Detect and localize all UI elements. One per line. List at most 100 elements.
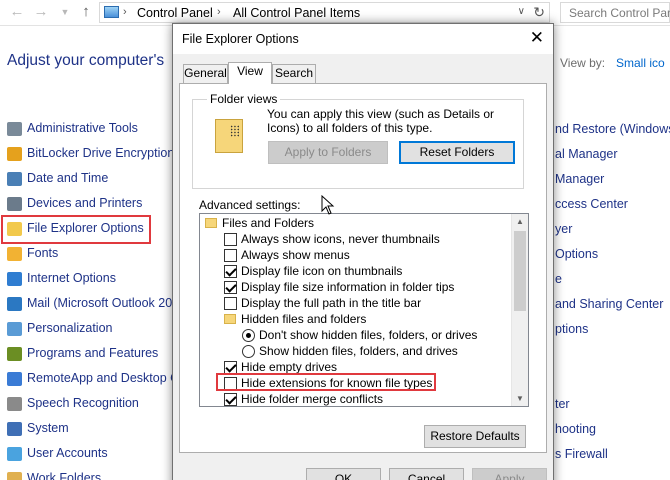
cp-item-label[interactable]: nd Restore (Windows: [555, 122, 670, 136]
control-panel-icon: [104, 6, 119, 18]
setting-checkbox[interactable]: [224, 233, 237, 246]
tree-row[interactable]: Always show menus: [200, 247, 510, 263]
apply-to-folders-button[interactable]: Apply to Folders: [268, 141, 388, 164]
cp-item[interactable]: Speech Recognition: [0, 393, 175, 415]
printer-icon: [7, 197, 22, 211]
cp-item[interactable]: Date and Time: [0, 168, 175, 190]
cp-item-label[interactable]: ter: [555, 397, 570, 411]
cp-item-label: User Accounts: [27, 446, 108, 460]
work-folders-icon: [7, 472, 22, 480]
ok-button[interactable]: OK: [306, 468, 381, 480]
tree-row[interactable]: Don't show hidden files, folders, or dri…: [200, 327, 510, 343]
setting-checkbox[interactable]: [224, 265, 237, 278]
tab-general[interactable]: General: [183, 64, 228, 83]
refresh-icon[interactable]: ↻: [533, 4, 545, 21]
cancel-button[interactable]: Cancel: [389, 468, 464, 480]
dialog-title-bar[interactable]: File Explorer Options ✕: [173, 24, 553, 54]
breadcrumb-control-panel[interactable]: Control Panel: [137, 6, 213, 20]
cp-item[interactable]: Personalization: [0, 318, 175, 340]
tree-row[interactable]: Always show icons, never thumbnails: [200, 231, 510, 247]
cp-item-label[interactable]: hooting: [555, 422, 596, 436]
admin-tools-icon: [7, 122, 22, 136]
address-field[interactable]: › Control Panel › All Control Panel Item…: [99, 2, 550, 23]
tree-scrollbar[interactable]: ▲ ▼: [511, 214, 528, 406]
address-dropdown-icon[interactable]: ∨: [518, 6, 525, 17]
tree-row[interactable]: Hide folder merge conflicts: [200, 391, 510, 406]
forward-arrow-icon[interactable]: →: [32, 3, 50, 21]
reset-folders-button[interactable]: Reset Folders: [399, 141, 515, 164]
setting-checkbox[interactable]: [224, 249, 237, 262]
cp-item-label[interactable]: s Firewall: [555, 447, 608, 461]
up-arrow-icon[interactable]: ↑: [77, 3, 95, 21]
cp-item-label[interactable]: al Manager: [555, 147, 618, 161]
view-by-dropdown[interactable]: Small ico: [616, 56, 665, 70]
setting-checkbox[interactable]: [224, 297, 237, 310]
setting-radio[interactable]: [242, 329, 255, 342]
tree-row[interactable]: Show hidden files, folders, and drives: [200, 343, 510, 359]
cp-item-label[interactable]: ptions: [555, 322, 588, 336]
back-arrow-icon[interactable]: ←: [8, 3, 26, 21]
highlight-box-file-explorer-options: [1, 215, 151, 244]
restore-defaults-button[interactable]: Restore Defaults: [424, 425, 526, 448]
breadcrumb-all-items[interactable]: All Control Panel Items: [233, 6, 360, 20]
tree-row-label: Don't show hidden files, folders, or dri…: [259, 328, 478, 342]
cp-item[interactable]: Mail (Microsoft Outlook 20: [0, 293, 175, 315]
mouse-pointer-icon: [321, 195, 335, 215]
breadcrumb-chevron-icon[interactable]: ›: [123, 6, 127, 18]
cp-item-label: Fonts: [27, 246, 59, 260]
cp-item[interactable]: Fonts: [0, 243, 175, 265]
cp-item-label[interactable]: e: [555, 272, 562, 286]
apply-button[interactable]: Apply: [472, 468, 547, 480]
cp-item-label[interactable]: yer: [555, 222, 572, 236]
tree-row[interactable]: Display file icon on thumbnails: [200, 263, 510, 279]
cp-item[interactable]: Devices and Printers: [0, 193, 175, 215]
cp-item-label: Date and Time: [27, 171, 109, 185]
setting-radio[interactable]: [242, 345, 255, 358]
cp-item[interactable]: BitLocker Drive Encryption: [0, 143, 175, 165]
globe-icon: [7, 272, 22, 286]
tree-row-label: Display file icon on thumbnails: [241, 264, 403, 278]
cp-item[interactable]: RemoteApp and Desktop Co: [0, 368, 186, 390]
microphone-icon: [7, 397, 22, 411]
bitlocker-icon: [7, 147, 22, 161]
tree-row-label: Display file size information in folder …: [241, 280, 455, 294]
setting-checkbox[interactable]: [224, 393, 237, 406]
tab-search[interactable]: Search: [272, 64, 316, 83]
cp-item[interactable]: User Accounts: [0, 443, 175, 465]
cp-item[interactable]: Administrative Tools: [0, 118, 175, 140]
folder-views-icon: [215, 119, 243, 153]
cp-item-label: Internet Options: [27, 271, 116, 285]
personalization-icon: [7, 322, 22, 336]
remoteapp-icon: [7, 372, 22, 386]
cp-item[interactable]: Work Folders: [0, 468, 175, 480]
cp-item-label: Devices and Printers: [27, 196, 143, 210]
recent-locations-chevron-icon[interactable]: ▼: [56, 3, 74, 21]
tree-row[interactable]: Display the full path in the title bar: [200, 295, 510, 311]
scroll-up-icon[interactable]: ▲: [516, 217, 524, 226]
cp-item-label[interactable]: Manager: [555, 172, 604, 186]
folder-views-legend: Folder views: [207, 92, 281, 106]
cp-item-label[interactable]: Options: [555, 247, 598, 261]
scrollbar-thumb[interactable]: [514, 231, 526, 311]
file-explorer-options-dialog: File Explorer Options ✕ General View Sea…: [172, 23, 554, 480]
cp-item[interactable]: System: [0, 418, 175, 440]
mail-icon: [7, 297, 22, 311]
cp-item[interactable]: Internet Options: [0, 268, 175, 290]
breadcrumb-chevron-icon[interactable]: ›: [217, 6, 221, 18]
clock-icon: [7, 172, 22, 186]
tab-view[interactable]: View: [228, 62, 272, 84]
scroll-down-icon[interactable]: ▼: [516, 394, 524, 403]
close-icon[interactable]: ✕: [530, 29, 544, 47]
search-input[interactable]: Search Control Pane: [560, 2, 670, 23]
highlight-box-hide-extensions: [216, 373, 436, 391]
folder-views-description: You can apply this view (such as Details…: [267, 107, 495, 135]
folder-icon: [205, 218, 217, 228]
setting-checkbox[interactable]: [224, 281, 237, 294]
tree-row-label: Files and Folders: [222, 216, 315, 230]
cp-item-label[interactable]: ccess Center: [555, 197, 628, 211]
tree-row[interactable]: Display file size information in folder …: [200, 279, 510, 295]
tree-row-label: Hidden files and folders: [241, 312, 367, 326]
cp-item-label[interactable]: and Sharing Center: [555, 297, 663, 311]
system-icon: [7, 422, 22, 436]
cp-item[interactable]: Programs and Features: [0, 343, 175, 365]
